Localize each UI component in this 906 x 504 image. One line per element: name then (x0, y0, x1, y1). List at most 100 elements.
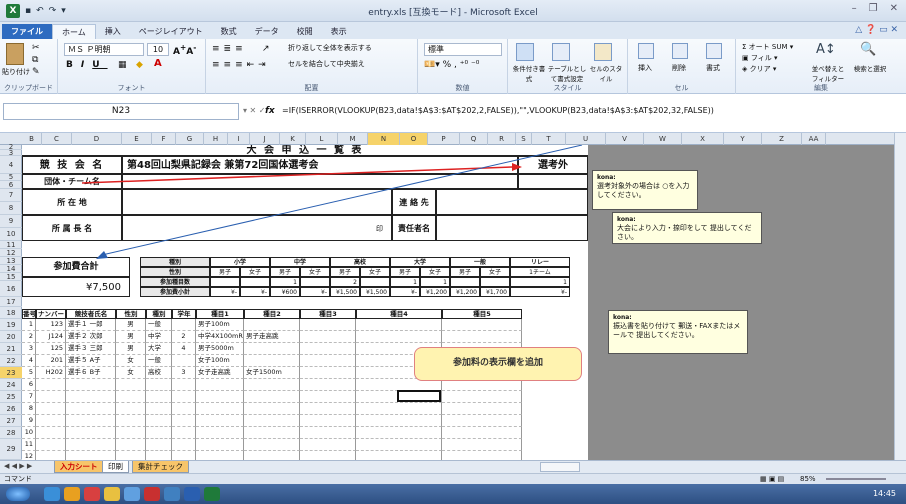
number-format-select[interactable]: 標準 (424, 43, 502, 56)
column-header-t[interactable]: T (532, 133, 566, 145)
column-header-s[interactable]: S (516, 133, 532, 145)
insert-cells-icon[interactable] (638, 43, 654, 59)
sheet-tab-check[interactable]: 集計チェック (132, 461, 189, 473)
fill-button[interactable]: ▣ フィル ▾ (742, 53, 777, 63)
column-header-o[interactable]: O (400, 133, 428, 145)
find-select-button[interactable]: 検索と選択 (852, 63, 888, 73)
bold-italic-underline-icon[interactable]: BIU (66, 60, 108, 70)
app2-icon[interactable] (124, 487, 140, 501)
browser-icon[interactable] (44, 487, 60, 501)
column-header-c[interactable]: C (42, 133, 72, 145)
tab-formulas[interactable]: 数式 (212, 24, 246, 39)
paste-icon[interactable] (6, 43, 24, 65)
excel-taskbar-icon[interactable] (204, 487, 220, 501)
comment-note-payment[interactable]: kona: 振込書を貼り付けて 郵送・FAXまたはメールで 提出してください。 (608, 310, 748, 354)
restore-icon[interactable]: ❐ (869, 3, 878, 14)
row-header-12[interactable]: 12 (0, 249, 22, 257)
row-header-10[interactable]: 10 (0, 228, 22, 241)
row-header-9[interactable]: 9 (0, 215, 22, 228)
column-header-r[interactable]: R (488, 133, 516, 145)
grow-font-icon[interactable]: A+A- (173, 43, 196, 57)
tab-page-layout[interactable]: ページレイアウト (130, 24, 212, 39)
minimize-icon[interactable]: – (852, 3, 857, 14)
currency-percent-icons[interactable]: 💴▾ % , ⁺⁰ ⁻⁰ (424, 60, 479, 70)
column-header-f[interactable]: F (152, 133, 176, 145)
cell-style-button[interactable]: セルのスタイル (588, 63, 624, 83)
vertical-align-icons[interactable]: ≡≣≡ (212, 44, 247, 54)
column-header-x[interactable]: X (682, 133, 724, 145)
formula-input[interactable]: =IF(ISERROR(VLOOKUP(B23,data!$A$3:$AT$20… (282, 103, 902, 120)
row-header-28[interactable]: 28 (0, 427, 22, 439)
row-header-21[interactable]: 21 (0, 343, 22, 355)
copy-icon[interactable]: ⧉ (32, 55, 38, 65)
row-header-25[interactable]: 25 (0, 391, 22, 403)
paste-button[interactable]: 貼り付け (2, 67, 30, 77)
comment-note-seal[interactable]: kona: 大会により入力・捺印をして 提出してください。 (612, 212, 762, 244)
column-header-p[interactable]: P (428, 133, 460, 145)
font-color-icon[interactable]: A (154, 58, 162, 69)
comment-note-exclusion[interactable]: kona: 選考対象外の場合は ○を入力してください。 (592, 170, 698, 210)
media-icon[interactable] (64, 487, 80, 501)
tab-view[interactable]: 表示 (322, 24, 356, 39)
name-box[interactable]: N23 (3, 103, 239, 120)
row-header-6[interactable]: 6 (0, 181, 22, 189)
row-header-13[interactable]: 13 (0, 257, 22, 265)
row-header-18[interactable]: 18 (0, 307, 22, 319)
column-header-y[interactable]: Y (724, 133, 762, 145)
vertical-scrollbar[interactable] (894, 133, 906, 460)
close-icon[interactable]: ✕ (890, 3, 898, 14)
row-header-14[interactable]: 14 (0, 265, 22, 273)
zoom-level[interactable]: 85% (800, 474, 816, 484)
app3-icon[interactable] (164, 487, 180, 501)
column-header-z[interactable]: Z (762, 133, 802, 145)
autosum-button[interactable]: Σ オート SUM ▾ (742, 42, 793, 52)
merge-center-button[interactable]: セルを結合して中央揃え (288, 59, 365, 69)
column-header-e[interactable]: E (122, 133, 152, 145)
tab-data[interactable]: データ (246, 24, 288, 39)
row-header-5[interactable]: 5 (0, 174, 22, 181)
tab-review[interactable]: 校閲 (288, 24, 322, 39)
column-header-h[interactable]: H (204, 133, 228, 145)
row-header-22[interactable]: 22 (0, 355, 22, 367)
row-header-15[interactable]: 15 (0, 273, 22, 281)
sheet-tab-input[interactable]: 入力シート (54, 461, 104, 473)
find-select-icon[interactable]: 🔍 (860, 42, 876, 57)
delete-cells-icon[interactable] (672, 43, 688, 59)
tab-insert[interactable]: 挿入 (96, 24, 130, 39)
column-header-w[interactable]: W (644, 133, 682, 145)
column-header-u[interactable]: U (566, 133, 606, 145)
format-painter-icon[interactable]: ✎ (32, 67, 40, 77)
column-header-q[interactable]: Q (460, 133, 488, 145)
column-header-g[interactable]: G (176, 133, 204, 145)
tab-file[interactable]: ファイル (2, 24, 52, 39)
folder-icon[interactable] (104, 487, 120, 501)
row-header-4[interactable]: 4 (0, 156, 22, 174)
worksheet[interactable]: 大 会 申 込 一 覧 表 競 技 会 名 第48回山梨県記録会 兼第72回国体… (22, 145, 588, 463)
row-header-7[interactable]: 7 (0, 189, 22, 202)
table-format-icon[interactable] (552, 43, 570, 61)
column-header-j[interactable]: J (250, 133, 280, 145)
row-header-8[interactable]: 8 (0, 202, 22, 215)
view-buttons[interactable]: ▦ ▣ ▤ (760, 474, 784, 484)
column-header-v[interactable]: V (606, 133, 644, 145)
help-icon[interactable]: △ ❓ ▭ ✕ (855, 25, 898, 35)
column-header-aa[interactable]: AA (802, 133, 826, 145)
insert-function-icon[interactable]: fx (265, 106, 275, 116)
cut-icon[interactable]: ✂ (32, 43, 40, 53)
cell-style-icon[interactable] (594, 43, 612, 61)
column-header-m[interactable]: M (338, 133, 368, 145)
row-header-23[interactable]: 23 (0, 367, 22, 379)
delete-cells-button[interactable]: 削除 (672, 63, 686, 73)
column-header-l[interactable]: L (306, 133, 338, 145)
row-header-11[interactable]: 11 (0, 241, 22, 249)
app-icon[interactable] (84, 487, 100, 501)
cancel-enter-icons[interactable]: ▾ ✕ ✓ (243, 106, 266, 115)
row-header-17[interactable]: 17 (0, 297, 22, 307)
pdf-icon[interactable] (144, 487, 160, 501)
conditional-format-button[interactable]: 条件付き書式 (512, 63, 546, 83)
column-header-i[interactable]: I (228, 133, 250, 145)
row-header-27[interactable]: 27 (0, 415, 22, 427)
row-header-20[interactable]: 20 (0, 331, 22, 343)
border-icon[interactable]: ▦ (118, 60, 127, 70)
clear-button[interactable]: ◈ クリア ▾ (742, 64, 776, 74)
